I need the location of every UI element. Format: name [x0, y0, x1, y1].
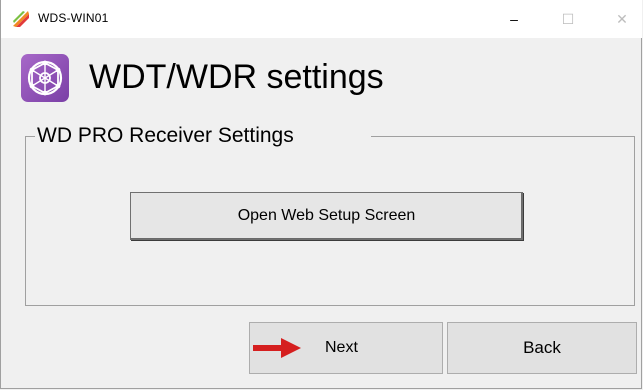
- maximize-icon: ☐: [561, 10, 575, 27]
- maximize-button[interactable]: ☐: [545, 0, 591, 38]
- minimize-icon: –: [510, 11, 518, 27]
- next-label: Next: [325, 339, 358, 356]
- minimize-button[interactable]: –: [491, 0, 537, 38]
- network-globe-icon: [21, 54, 69, 102]
- app-logo-icon: [11, 9, 31, 29]
- back-button[interactable]: Back: [447, 322, 637, 374]
- back-label: Back: [523, 338, 561, 357]
- app-window: WDS-WIN01 – ☐ ✕ WDT/WDR settings WD PRO …: [0, 0, 642, 389]
- close-button[interactable]: ✕: [599, 0, 643, 38]
- group-label: WD PRO Receiver Settings: [37, 124, 294, 147]
- title-bar[interactable]: WDS-WIN01 – ☐ ✕: [1, 0, 642, 38]
- close-icon: ✕: [616, 10, 628, 27]
- open-web-setup-button[interactable]: Open Web Setup Screen: [130, 192, 523, 240]
- open-web-setup-label: Open Web Setup Screen: [237, 207, 416, 224]
- group-border-right: [371, 136, 635, 137]
- page-title: WDT/WDR settings: [89, 58, 384, 96]
- red-arrow-icon: [253, 336, 303, 360]
- window-title: WDS-WIN01: [38, 11, 109, 25]
- group-border-left: [25, 136, 35, 137]
